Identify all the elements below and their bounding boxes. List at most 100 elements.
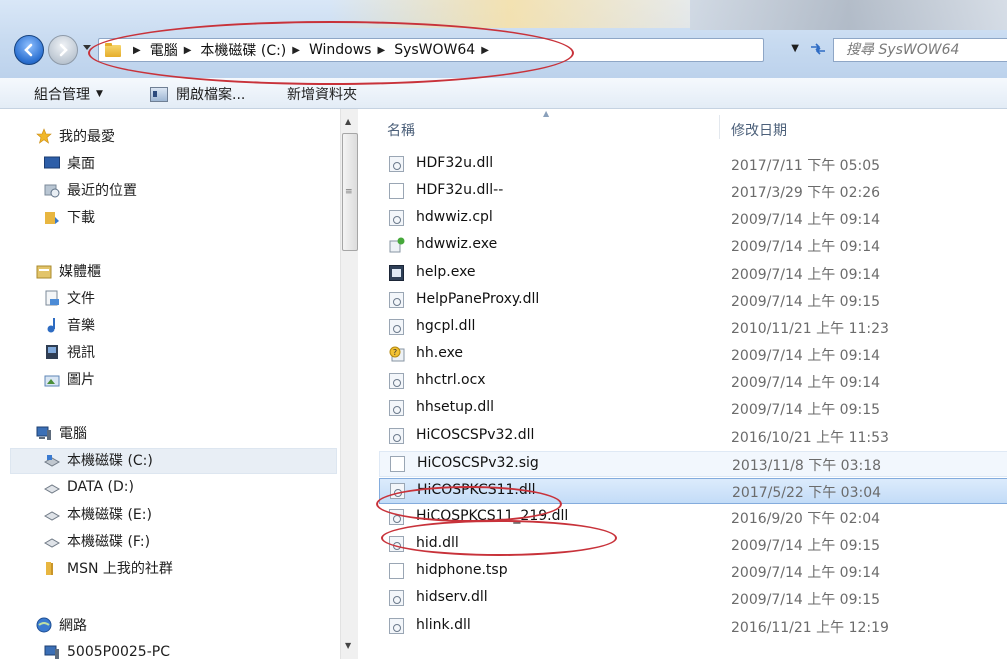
- nav-item-network-pc[interactable]: 5005P0025-PC: [44, 640, 170, 664]
- nav-item-downloads[interactable]: 下載: [44, 205, 95, 229]
- file-row[interactable]: hidserv.dll 2009/7/14 上午 09:15: [379, 586, 1006, 610]
- breadcrumb-separator-icon[interactable]: ▶: [481, 45, 489, 56]
- recent-places-icon: [44, 182, 60, 198]
- file-name: hdwwiz.exe: [416, 236, 498, 252]
- library-icon: [36, 263, 52, 279]
- file-row[interactable]: HiCOSCSPv32.sig 2013/11/8 下午 03:18: [379, 451, 1007, 477]
- back-button[interactable]: [14, 35, 44, 65]
- address-dropdown-icon[interactable]: ▼: [791, 43, 799, 54]
- breadcrumb-separator-icon[interactable]: ▶: [292, 45, 300, 56]
- breadcrumb-drive-c[interactable]: 本機磁碟 (C:): [200, 40, 286, 60]
- downloads-folder-icon: [44, 209, 60, 225]
- nav-favorites[interactable]: 我的最愛: [36, 124, 115, 148]
- blank-file-icon: [389, 183, 404, 199]
- breadcrumb-separator-icon[interactable]: ▶: [133, 45, 141, 56]
- breadcrumb-windows[interactable]: Windows: [309, 42, 372, 58]
- search-box[interactable]: [833, 38, 1007, 62]
- open-file-button[interactable]: 開啟檔案...: [150, 84, 245, 104]
- nav-computer[interactable]: 電腦: [36, 421, 87, 445]
- organize-button[interactable]: 組合管理 ▼: [34, 84, 103, 104]
- nav-libraries[interactable]: 媒體櫃: [36, 259, 101, 283]
- refresh-button[interactable]: [807, 39, 829, 59]
- scroll-up-icon[interactable]: ▲: [345, 117, 351, 126]
- forward-button[interactable]: [48, 35, 78, 65]
- computer-icon: [44, 644, 60, 660]
- nav-item-msn-community[interactable]: MSN 上我的社群: [44, 556, 173, 580]
- nav-item-drive-e[interactable]: 本機磁碟 (E:): [44, 502, 152, 526]
- navigation-pane: 我的最愛 桌面 最近的位置 下載 媒體櫃 文件 音樂 視訊 圖片 電腦 本機磁碟…: [0, 109, 340, 660]
- address-bar[interactable]: ▶ 電腦 ▶ 本機磁碟 (C:) ▶ Windows ▶ SysWOW64 ▶ …: [98, 38, 799, 62]
- drive-icon: [44, 479, 60, 495]
- breadcrumb-computer[interactable]: 電腦: [150, 40, 178, 60]
- file-row[interactable]: hidphone.tsp 2009/7/14 上午 09:14: [379, 559, 1006, 583]
- nav-item-label: 音樂: [67, 318, 95, 334]
- breadcrumb-separator-icon[interactable]: ▶: [377, 45, 385, 56]
- nav-scrollbar[interactable]: ▲ ≡ ▼: [340, 109, 359, 659]
- file-row[interactable]: hid.dll 2009/7/14 上午 09:15: [379, 532, 1006, 556]
- nav-item-label: DATA (D:): [67, 479, 134, 495]
- file-row[interactable]: hlink.dll 2016/11/21 上午 12:19: [379, 614, 1006, 638]
- dll-icon: [389, 590, 404, 606]
- file-date-modified: 2009/7/14 上午 09:15: [731, 592, 881, 608]
- dll-icon: [389, 400, 404, 416]
- file-row[interactable]: help.exe 2009/7/14 上午 09:14: [379, 261, 1006, 285]
- file-row[interactable]: HiCOSPKCS11_219.dll 2016/9/20 下午 02:04: [379, 505, 1006, 529]
- pictures-icon: [44, 371, 60, 387]
- new-folder-button[interactable]: 新增資料夾: [287, 84, 357, 104]
- file-row[interactable]: HDF32u.dll 2017/7/11 下午 05:05: [379, 152, 1006, 176]
- column-header-date-modified[interactable]: 修改日期: [731, 120, 787, 140]
- dll-icon: [389, 292, 404, 308]
- file-row[interactable]: ? hh.exe 2009/7/14 上午 09:14: [379, 342, 1006, 366]
- nav-item-recent-places[interactable]: 最近的位置: [44, 178, 137, 202]
- dll-icon: [389, 373, 404, 389]
- nav-computer-label: 電腦: [59, 426, 87, 442]
- help-question-icon: ?: [389, 346, 405, 362]
- search-input[interactable]: [834, 41, 1007, 59]
- nav-item-desktop[interactable]: 桌面: [44, 151, 95, 175]
- nav-item-drive-d[interactable]: DATA (D:): [44, 475, 134, 499]
- dll-icon: [389, 509, 404, 525]
- file-row[interactable]: hgcpl.dll 2010/11/21 上午 11:23: [379, 315, 1006, 339]
- scroll-down-icon[interactable]: ▼: [345, 641, 351, 650]
- history-dropdown-button[interactable]: [81, 41, 93, 55]
- folder-icon: [44, 560, 60, 576]
- file-date-modified: 2017/7/11 下午 05:05: [731, 158, 881, 174]
- dll-icon: [389, 618, 404, 634]
- file-date-modified: 2009/7/14 上午 09:14: [731, 239, 881, 255]
- file-row[interactable]: HiCOSCSPv32.dll 2016/10/21 上午 11:53: [379, 424, 1006, 448]
- file-row[interactable]: hhsetup.dll 2009/7/14 上午 09:15: [379, 396, 1006, 420]
- file-date-modified: 2010/11/21 上午 11:23: [731, 321, 889, 337]
- breadcrumb-separator-icon[interactable]: ▶: [184, 45, 192, 56]
- desktop-icon: [44, 155, 60, 171]
- nav-item-pictures[interactable]: 圖片: [44, 367, 95, 391]
- file-date-modified: 2009/7/14 上午 09:14: [731, 267, 881, 283]
- dll-icon: [389, 319, 404, 335]
- nav-item-label: 下載: [67, 210, 95, 226]
- nav-item-music[interactable]: 音樂: [44, 313, 95, 337]
- file-row[interactable]: hdwwiz.exe 2009/7/14 上午 09:14: [379, 233, 1006, 257]
- dll-icon: [389, 156, 404, 172]
- nav-item-videos[interactable]: 視訊: [44, 340, 95, 364]
- breadcrumb-syswow64[interactable]: SysWOW64: [394, 42, 475, 58]
- file-row[interactable]: hhctrl.ocx 2009/7/14 上午 09:14: [379, 369, 1006, 393]
- video-icon: [44, 344, 60, 360]
- blank-file-icon: [390, 456, 405, 472]
- file-row[interactable]: HelpPaneProxy.dll 2009/7/14 上午 09:15: [379, 288, 1006, 312]
- file-row[interactable]: HiCOSPKCS11.dll 2017/5/22 下午 03:04: [379, 478, 1007, 504]
- nav-item-documents[interactable]: 文件: [44, 286, 95, 310]
- nav-item-label: 本機磁碟 (E:): [67, 507, 152, 523]
- file-name: HDF32u.dll--: [416, 182, 504, 198]
- nav-item-drive-c[interactable]: 本機磁碟 (C:): [44, 448, 153, 472]
- sort-ascending-icon: ▲: [543, 109, 550, 118]
- nav-item-label: 桌面: [67, 156, 95, 172]
- file-row[interactable]: HDF32u.dll-- 2017/3/29 下午 02:26: [379, 179, 1006, 203]
- nav-item-drive-f[interactable]: 本機磁碟 (F:): [44, 529, 150, 553]
- file-date-modified: 2017/3/29 下午 02:26: [731, 185, 881, 201]
- file-name: hhctrl.ocx: [416, 372, 486, 388]
- file-date-modified: 2016/9/20 下午 02:04: [731, 511, 881, 527]
- column-header-name[interactable]: 名稱: [387, 120, 415, 140]
- file-row[interactable]: hdwwiz.cpl 2009/7/14 上午 09:14: [379, 206, 1006, 230]
- column-divider[interactable]: [719, 115, 720, 139]
- nav-network[interactable]: 網路: [36, 613, 87, 637]
- blank-file-icon: [389, 563, 404, 579]
